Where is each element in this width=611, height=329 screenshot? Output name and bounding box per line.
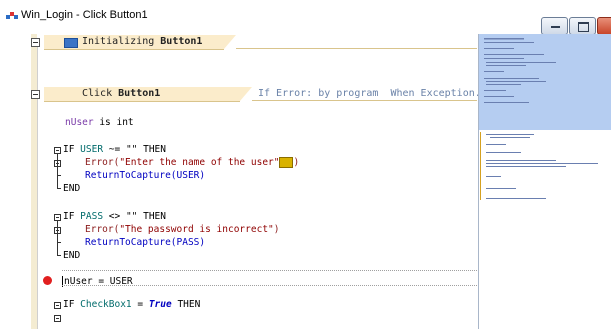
code-line[interactable]: Error("Enter the name of the user"): [85, 157, 299, 168]
close-button[interactable]: [597, 17, 611, 35]
minimap-content: [480, 38, 598, 200]
collapse-icon[interactable]: [54, 214, 61, 221]
breakpoint-icon[interactable]: [43, 276, 52, 285]
minimize-button[interactable]: [541, 17, 568, 35]
warning-icon[interactable]: [279, 157, 294, 168]
code-line[interactable]: END: [63, 183, 80, 194]
code-line[interactable]: Error("The password is incorrect"): [85, 224, 280, 235]
code-line[interactable]: nUser is int: [65, 117, 134, 128]
maximize-icon: [578, 22, 589, 32]
collapse-icon[interactable]: [31, 38, 40, 47]
collapse-icon[interactable]: [54, 147, 61, 154]
line-separator: [62, 270, 477, 271]
window-titlebar: Win_Login - Click Button1: [0, 0, 611, 35]
collapse-icon[interactable]: [31, 90, 40, 99]
code-line[interactable]: END: [63, 250, 80, 261]
maximize-button[interactable]: [569, 17, 596, 35]
line-separator: [62, 285, 477, 286]
collapse-icon[interactable]: [54, 315, 61, 322]
window-title: Win_Login - Click Button1: [21, 9, 148, 21]
event-icon: [64, 38, 78, 48]
code-line[interactable]: IF CheckBox1 = True THEN: [63, 299, 200, 310]
collapse-icon[interactable]: [54, 302, 61, 309]
code-line[interactable]: ReturnToCapture(USER): [85, 170, 205, 181]
code-line[interactable]: ReturnToCapture(PASS): [85, 237, 205, 248]
code-line[interactable]: IF USER ~= "" THEN: [63, 144, 166, 155]
window-app-icon: [6, 12, 18, 19]
fold-guide: [37, 44, 38, 329]
code-line[interactable]: IF PASS <> "" THEN: [63, 211, 166, 222]
error-mode-label[interactable]: If Error: by program When Exception...: [258, 88, 493, 99]
click-block-title: Click Button1: [82, 88, 161, 99]
minimize-icon: [551, 26, 560, 28]
init-block-title: Initializing Button1: [82, 36, 203, 47]
